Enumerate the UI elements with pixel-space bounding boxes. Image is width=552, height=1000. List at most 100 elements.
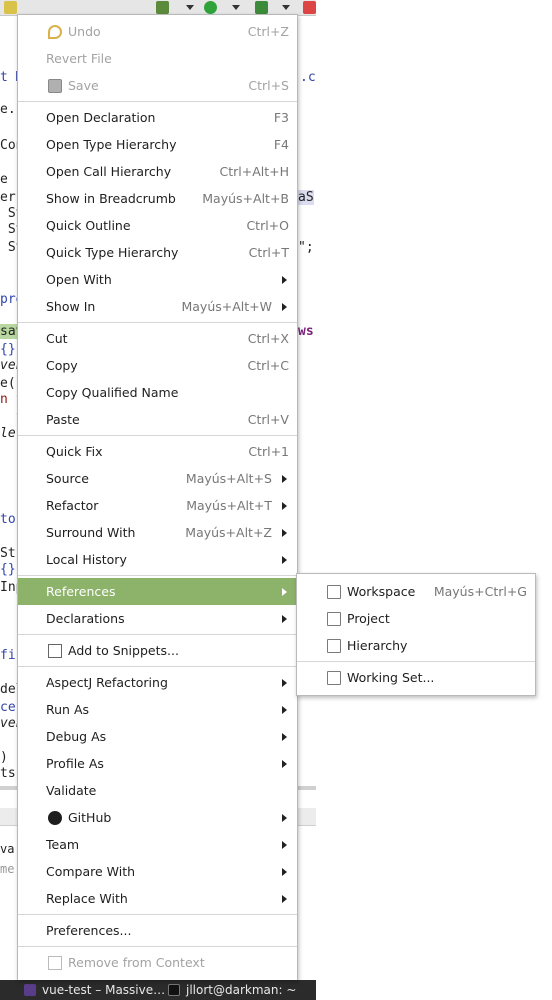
menu-item-project[interactable]: Project (297, 605, 535, 632)
submenu-arrow-icon (282, 895, 287, 903)
remove-context-icon (48, 956, 62, 970)
snippet-icon (48, 644, 62, 658)
code-fragment-right: ws (298, 324, 314, 339)
menu-item-label: Local History (46, 552, 127, 567)
menu-item-quick-type-hierarchy[interactable]: Quick Type Hierarchy Ctrl+T (18, 239, 297, 266)
menu-item-label: Open Call Hierarchy (46, 164, 172, 179)
code-line: ) (0, 750, 8, 765)
menu-item-team[interactable]: Team (18, 831, 297, 858)
code-fragment-right: aS (298, 190, 314, 205)
menu-item-shortcut: Ctrl+V (247, 412, 289, 427)
menu-item-shortcut: Mayús+Alt+T (186, 498, 272, 513)
toolbar-external-dropdown-icon[interactable] (282, 5, 290, 10)
menu-item-run-as[interactable]: Run As (18, 696, 297, 723)
menu-item-remove-from-context: Remove from Context (18, 949, 297, 976)
menu-item-surround-with[interactable]: Surround With Mayús+Alt+Z (18, 519, 297, 546)
menu-item-label: Surround With (46, 525, 136, 540)
toolbar-debug-dropdown-icon[interactable] (186, 5, 194, 10)
menu-item-aspectj-refactoring[interactable]: AspectJ Refactoring (18, 669, 297, 696)
menu-item-show-in[interactable]: Show In Mayús+Alt+W (18, 293, 297, 320)
search-ref-icon (327, 585, 341, 599)
toolbar-external-tools-icon[interactable] (255, 1, 268, 14)
menu-item-copy-qualified-name[interactable]: Copy Qualified Name (18, 379, 297, 406)
menu-item-shortcut: Ctrl+1 (248, 444, 289, 459)
code-line: fi (0, 648, 16, 663)
submenu-arrow-icon (282, 556, 287, 564)
menu-item-label: Revert File (46, 51, 112, 66)
menu-item-label: GitHub (68, 810, 112, 825)
menu-item-label: Quick Outline (46, 218, 131, 233)
menu-item-quick-outline[interactable]: Quick Outline Ctrl+O (18, 212, 297, 239)
menu-item-open-call-hierarchy[interactable]: Open Call Hierarchy Ctrl+Alt+H (18, 158, 297, 185)
menu-item-open-declaration[interactable]: Open Declaration F3 (18, 104, 297, 131)
submenu-arrow-icon (282, 814, 287, 822)
menu-item-label: Debug As (46, 729, 107, 744)
menu-separator (18, 914, 297, 915)
menu-item-label: Copy Qualified Name (46, 385, 179, 400)
menu-item-copy[interactable]: Copy Ctrl+C (18, 352, 297, 379)
menu-item-shortcut: Ctrl+T (248, 245, 289, 260)
menu-item-profile-as[interactable]: Profile As (18, 750, 297, 777)
code-line: {} (0, 562, 16, 577)
menu-item-label: Team (46, 837, 80, 852)
menu-item-label: Open Type Hierarchy (46, 137, 177, 152)
toolbar-run-dropdown-icon[interactable] (232, 5, 240, 10)
submenu-arrow-icon (282, 588, 287, 596)
eclipse-app-icon (24, 984, 36, 996)
taskbar-item-eclipse[interactable]: vue-test – Massive… (24, 980, 165, 1000)
menu-item-source[interactable]: Source Mayús+Alt+S (18, 465, 297, 492)
menu-item-revert-file: Revert File (18, 45, 297, 72)
menu-item-label: Project (347, 611, 390, 626)
code-line: e. (0, 102, 16, 117)
menu-item-label: Workspace (347, 584, 416, 599)
menu-item-add-to-snippets[interactable]: Add to Snippets... (18, 637, 297, 664)
menu-item-show-in-breadcrumb[interactable]: Show in Breadcrumb Mayús+Alt+B (18, 185, 297, 212)
menu-item-workspace[interactable]: Workspace Mayús+Ctrl+G (297, 578, 535, 605)
menu-item-open-with[interactable]: Open With (18, 266, 297, 293)
toolbar-debug-icon[interactable] (156, 1, 169, 14)
menu-item-label: Source (46, 471, 89, 486)
menu-item-refactor[interactable]: Refactor Mayús+Alt+T (18, 492, 297, 519)
menu-item-label: Copy (46, 358, 78, 373)
toolbar-run-icon[interactable] (204, 1, 217, 14)
submenu-arrow-icon (282, 733, 287, 741)
menu-item-label: Open With (46, 272, 112, 287)
menu-separator (18, 435, 297, 436)
menu-item-preferences[interactable]: Preferences... (18, 917, 297, 944)
menu-item-label: Show In (46, 299, 96, 314)
menu-item-label: Save (68, 78, 99, 93)
menu-item-validate[interactable]: Validate (18, 777, 297, 804)
menu-item-label: Validate (46, 783, 97, 798)
menu-item-compare-with[interactable]: Compare With (18, 858, 297, 885)
menu-item-label: Run As (46, 702, 90, 717)
menu-item-shortcut: Ctrl+X (247, 331, 289, 346)
code-fragment-right: .c (300, 70, 316, 85)
toolbar-stop-icon[interactable] (303, 1, 316, 14)
toolbar-edit-icon[interactable] (4, 1, 17, 14)
menu-item-debug-as[interactable]: Debug As (18, 723, 297, 750)
menu-item-declarations[interactable]: Declarations (18, 605, 297, 632)
menu-item-hierarchy[interactable]: Hierarchy (297, 632, 535, 659)
submenu-arrow-icon (282, 276, 287, 284)
menu-item-label: Replace With (46, 891, 128, 906)
menu-item-label: Refactor (46, 498, 99, 513)
menu-item-paste[interactable]: Paste Ctrl+V (18, 406, 297, 433)
menu-item-shortcut: F3 (273, 110, 289, 125)
terminal-app-icon (168, 984, 180, 996)
menu-item-references[interactable]: References (18, 578, 297, 605)
context-menu: Undo Ctrl+Z Revert File Save Ctrl+S Open Decl… (17, 14, 298, 980)
menu-item-shortcut: Ctrl+C (247, 358, 289, 373)
menu-item-cut[interactable]: Cut Ctrl+X (18, 325, 297, 352)
menu-separator (18, 946, 297, 947)
menu-item-local-history[interactable]: Local History (18, 546, 297, 573)
menu-item-github[interactable]: GitHub (18, 804, 297, 831)
menu-item-working-set[interactable]: Working Set... (297, 664, 535, 691)
menu-item-replace-with[interactable]: Replace With (18, 885, 297, 912)
panel-text: va (0, 842, 15, 856)
code-line: er (0, 190, 16, 205)
taskbar-item-terminal[interactable]: jllort@darkman: ~ (168, 980, 296, 1000)
menu-item-shortcut: Mayús+Alt+Z (185, 525, 272, 540)
menu-item-quick-fix[interactable]: Quick Fix Ctrl+1 (18, 438, 297, 465)
menu-item-open-type-hierarchy[interactable]: Open Type Hierarchy F4 (18, 131, 297, 158)
menu-separator (18, 575, 297, 576)
